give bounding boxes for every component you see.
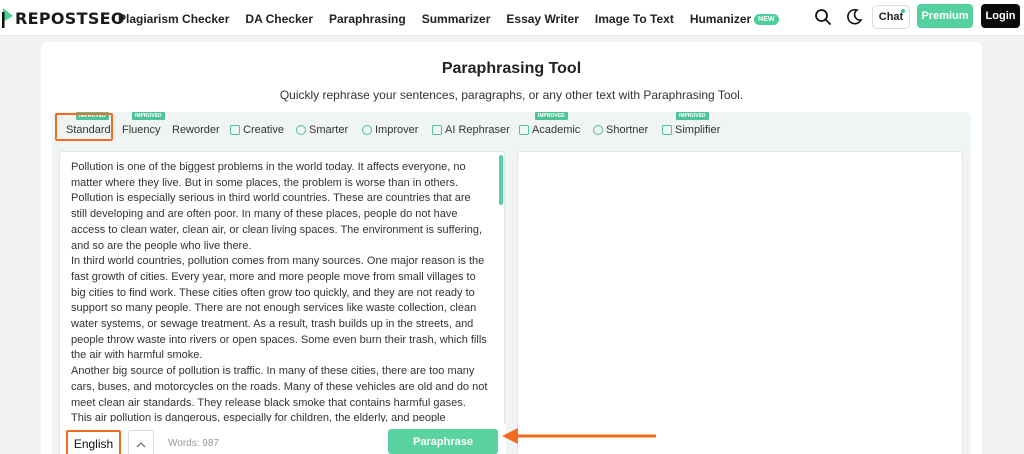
- mode-tabs: IMPROVED Standard IMPROVED Fluency Rewor…: [52, 112, 971, 148]
- tab-academic-label: Academic: [532, 124, 581, 136]
- input-panel: Pollution is one of the biggest problems…: [59, 151, 506, 454]
- paraphrase-button[interactable]: Paraphrase: [388, 429, 498, 454]
- nav-link-essay-writer[interactable]: Essay Writer: [506, 12, 579, 26]
- nav-link-humanizer[interactable]: Humanizer NEW: [690, 12, 779, 26]
- nav-link-da-checker[interactable]: DA Checker: [245, 12, 313, 26]
- login-button[interactable]: Login: [981, 4, 1020, 28]
- editor-footer: English Words: 987 Paraphrase: [60, 424, 506, 454]
- output-panel[interactable]: [517, 151, 963, 454]
- scrollbar-thumb[interactable]: [499, 155, 503, 205]
- logo-mark-icon: [2, 8, 14, 28]
- nav-link-paraphrasing[interactable]: Paraphrasing: [329, 12, 406, 26]
- chat-button[interactable]: Chat: [872, 5, 910, 29]
- standard-highlight-box: [55, 113, 113, 141]
- nav-link-summarizer[interactable]: Summarizer: [422, 12, 491, 26]
- simplifier-icon: [662, 125, 672, 135]
- page-title: Paraphrasing Tool: [441, 60, 582, 77]
- premium-button[interactable]: Premium: [917, 4, 973, 28]
- nav-link-image-to-text[interactable]: Image To Text: [595, 12, 674, 26]
- improved-badge: IMPROVED: [535, 112, 568, 120]
- tab-fluency-label: Fluency: [122, 124, 161, 136]
- nav-link-plagiarism-checker[interactable]: Plagiarism Checker: [118, 12, 229, 26]
- shortner-icon: [593, 125, 603, 135]
- search-icon[interactable]: [814, 8, 832, 26]
- language-toggle-button[interactable]: [128, 430, 154, 454]
- chat-label: Chat: [878, 11, 904, 23]
- tab-academic[interactable]: IMPROVED Academic: [519, 112, 581, 136]
- tool-card: Paraphrasing Tool Quickly rephrase your …: [41, 42, 982, 454]
- logo-text: REPOSTSEO: [15, 8, 125, 28]
- creative-icon: [230, 125, 240, 135]
- nav-links: Plagiarism Checker DA Checker Paraphrasi…: [118, 12, 779, 26]
- improver-icon: [362, 125, 372, 135]
- smarter-icon: [296, 125, 306, 135]
- tab-shortner[interactable]: Shortner: [593, 124, 648, 136]
- word-count: Words: 987: [168, 438, 219, 449]
- tab-ai-rephraser[interactable]: AI Rephraser: [432, 124, 510, 136]
- improved-badge: IMPROVED: [132, 112, 165, 120]
- tab-fluency[interactable]: IMPROVED Fluency: [122, 112, 165, 136]
- tab-simplifier[interactable]: IMPROVED Simplifier: [662, 112, 721, 136]
- tab-improver[interactable]: Improver: [362, 124, 418, 136]
- tab-creative-label: Creative: [243, 124, 284, 136]
- humanizer-label: Humanizer: [689, 12, 752, 26]
- logo[interactable]: REPOSTSEO: [2, 8, 125, 28]
- tab-smarter-label: Smarter: [309, 124, 349, 136]
- input-paragraph: In third world countries, pollution come…: [71, 255, 487, 362]
- arrow-annotation-icon: [502, 428, 656, 444]
- improved-badge: IMPROVED: [676, 112, 709, 120]
- tab-reworder-label: Reworder: [172, 124, 220, 136]
- input-paragraph: Pollution is one of the biggest problems…: [71, 161, 483, 252]
- moon-icon[interactable]: [845, 8, 863, 26]
- ai-rephraser-icon: [432, 125, 442, 135]
- tab-improver-label: Improver: [375, 124, 419, 136]
- top-navbar: REPOSTSEO Plagiarism Checker DA Checker …: [0, 0, 1024, 36]
- language-select[interactable]: English: [66, 430, 121, 454]
- tab-creative[interactable]: Creative: [230, 124, 284, 136]
- tab-shortner-label: Shortner: [606, 124, 649, 136]
- tab-simplifier-label: Simplifier: [675, 124, 721, 136]
- tab-ai-rephraser-label: AI Rephraser: [445, 124, 510, 136]
- new-badge: NEW: [754, 13, 779, 25]
- editor-panels: Pollution is one of the biggest problems…: [52, 148, 971, 454]
- input-paragraph: Another big source of pollution is traff…: [71, 365, 488, 422]
- academic-icon: [519, 125, 529, 135]
- chevron-up-icon: [136, 435, 146, 453]
- tab-smarter[interactable]: Smarter: [296, 124, 348, 136]
- online-dot-icon: [901, 9, 905, 13]
- input-textarea[interactable]: Pollution is one of the biggest problems…: [71, 160, 489, 422]
- page-subtitle: Quickly rephrase your sentences, paragra…: [279, 88, 744, 102]
- tab-reworder[interactable]: Reworder: [172, 124, 220, 136]
